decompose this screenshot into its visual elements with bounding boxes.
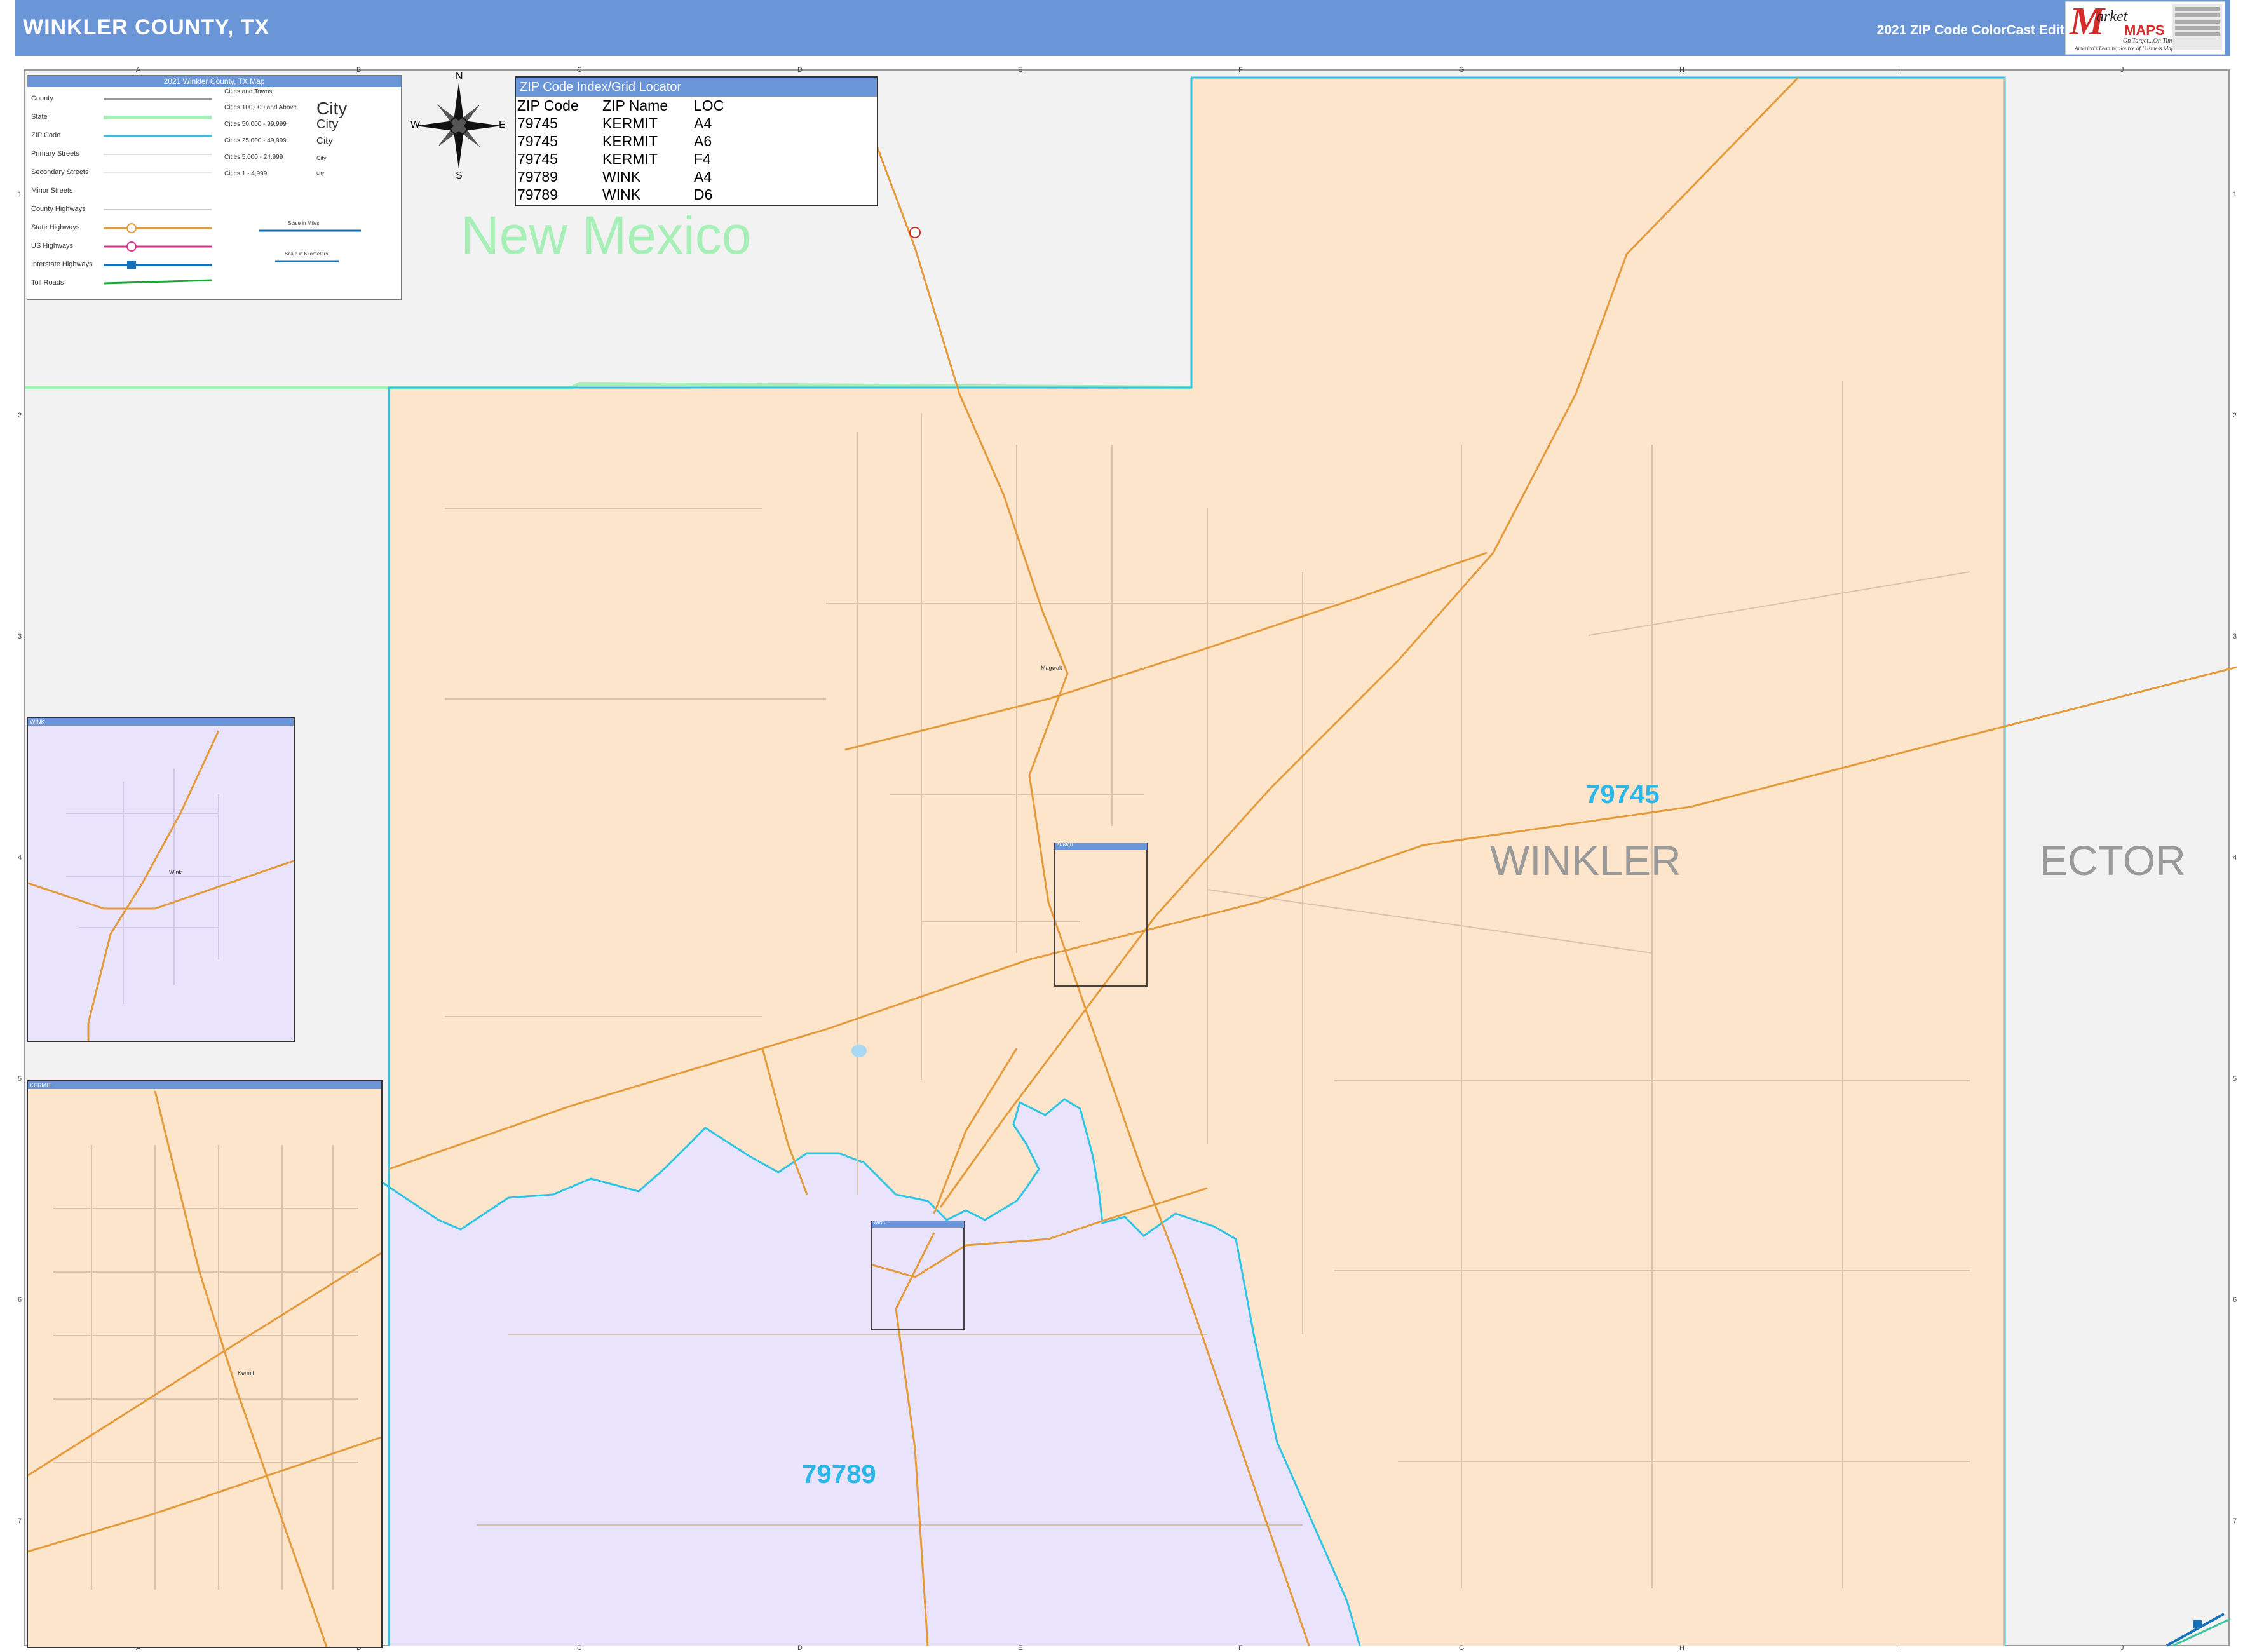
grid-col-d: D (797, 66, 803, 74)
kermit-inset-map[interactable]: KERMIT Kermit (27, 1080, 383, 1648)
legend-city-class-1: Cities 100,000 and Above (224, 104, 297, 111)
zip-cell: 79745 (517, 151, 558, 167)
grid-row-5: 5 (18, 1075, 22, 1083)
legend-city-class-4: Cities 5,000 - 24,999 (224, 154, 283, 161)
wink-locator-header (872, 1221, 964, 1228)
zip-name-cell: WINK (602, 186, 641, 203)
grid-row-7: 7 (18, 1517, 22, 1525)
grid-row-6: 6 (18, 1296, 22, 1304)
table-row: 79789 WINK A4 (517, 168, 726, 186)
zip-loc-cell: D6 (694, 186, 713, 203)
grid-row-4: 4 (18, 854, 22, 862)
zip-cell: 79789 (517, 186, 558, 203)
town-label-wink: Wink (169, 869, 182, 876)
zip-index-header-row: ZIP Code ZIP Name LOC (517, 97, 726, 114)
zip-label-79789[interactable]: 79789 (802, 1459, 876, 1489)
state-label-new-mexico: New Mexico (461, 205, 752, 265)
compass-s: S (456, 170, 463, 181)
zip-index-table: ZIP Code ZIP Name LOC 79745 KERMIT A4 79… (517, 97, 726, 203)
zip-loc-cell: A6 (694, 133, 712, 149)
zip-label-79745[interactable]: 79745 (1585, 779, 1660, 809)
zip-name-cell: WINK (602, 168, 641, 185)
wink-inset-map[interactable]: WINK Wink (27, 717, 295, 1042)
legend-scale-km: Scale in Kilometers (285, 251, 329, 257)
lake (851, 1045, 867, 1057)
grid-col-d-bottom: D (797, 1644, 803, 1652)
grid-col-b: B (356, 66, 362, 74)
table-row: 79745 KERMIT A6 (517, 132, 726, 150)
grid-row-7-right: 7 (2233, 1517, 2237, 1525)
grid-row-3-right: 3 (2233, 633, 2237, 640)
map-legend: 2021 Winkler County, TX Map County State… (27, 75, 402, 300)
zip-code-index: ZIP Code Index/Grid Locator ZIP Code ZIP… (515, 76, 878, 206)
town-label-kermit: Kermit (238, 1370, 255, 1376)
zip-cell: 79745 (517, 133, 558, 149)
legend-city-sample-2: City (316, 118, 339, 132)
legend-city-sample-1: City (316, 98, 348, 118)
wink-inset-roads (28, 730, 294, 1041)
table-row: 79745 KERMIT F4 (517, 150, 726, 168)
grid-col-c-bottom: C (577, 1644, 582, 1652)
legend-city-sample-4: City (316, 155, 327, 161)
grid-col-i-bottom: I (1900, 1644, 1902, 1652)
grid-row-6-right: 6 (2233, 1296, 2237, 1304)
zip-name-cell: KERMIT (602, 151, 658, 167)
legend-city-sample-5: City (316, 172, 325, 176)
zip-index-col-name: ZIP Name (602, 97, 668, 114)
zip-name-cell: KERMIT (602, 133, 658, 149)
us-highway-shield (909, 227, 921, 238)
grid-row-4-right: 4 (2233, 854, 2237, 862)
interstate-shield (2193, 1620, 2202, 1628)
legend-city-class-3: Cities 25,000 - 49,999 (224, 137, 287, 144)
kermit-inset-roads (28, 1090, 381, 1647)
zip-cell: 79745 (517, 115, 558, 132)
table-row: 79745 KERMIT A4 (517, 114, 726, 132)
grid-row-5-right: 5 (2233, 1075, 2237, 1083)
compass-w: W (410, 119, 421, 130)
legend-city-class-2: Cities 50,000 - 99,999 (224, 121, 287, 128)
county-label-ector: ECTOR (2040, 837, 2186, 884)
legend-city-class-5: Cities 1 - 4,999 (224, 170, 268, 177)
zip-index-col-loc: LOC (694, 97, 724, 114)
wink-locator-label: WINK (874, 1221, 886, 1225)
grid-row-1-right: 1 (2233, 191, 2237, 198)
grid-col-a: A (136, 66, 141, 74)
legend-cities-title: Cities and Towns (224, 88, 273, 95)
town-label-magwalt: Magwalt (1041, 665, 1062, 671)
zip-index-title: ZIP Code Index/Grid Locator (516, 78, 877, 97)
zip-index-col-zip: ZIP Code (517, 97, 579, 114)
grid-col-h-bottom: H (1679, 1644, 1684, 1652)
zip-loc-cell: A4 (694, 168, 712, 185)
grid-col-e-bottom: E (1018, 1644, 1023, 1652)
zip-name-cell: KERMIT (602, 115, 658, 132)
grid-col-j: J (2120, 66, 2124, 74)
legend-city-sample-3: City (316, 135, 333, 146)
grid-row-1: 1 (18, 191, 22, 198)
county-label-winkler: WINKLER (1490, 837, 1681, 884)
compass-e: E (499, 119, 506, 130)
grid-col-e: E (1018, 66, 1023, 74)
zip-loc-cell: F4 (694, 151, 711, 167)
table-row: 79789 WINK D6 (517, 186, 726, 203)
grid-col-h: H (1679, 66, 1684, 74)
compass-n: N (456, 71, 463, 82)
grid-row-2: 2 (18, 412, 22, 419)
grid-col-i: I (1900, 66, 1902, 74)
grid-col-g: G (1459, 66, 1465, 74)
zip-cell: 79789 (517, 168, 558, 185)
grid-col-f: F (1238, 66, 1243, 74)
grid-row-2-right: 2 (2233, 412, 2237, 419)
kermit-locator-label: KERMIT (1057, 843, 1074, 847)
grid-col-g-bottom: G (1459, 1644, 1465, 1652)
grid-row-3: 3 (18, 633, 22, 640)
zip-loc-cell: A4 (694, 115, 712, 132)
grid-col-c: C (577, 66, 582, 74)
grid-col-f-bottom: F (1238, 1644, 1243, 1652)
legend-scale-miles: Scale in Miles (288, 220, 320, 226)
grid-col-j-bottom: J (2120, 1644, 2124, 1652)
